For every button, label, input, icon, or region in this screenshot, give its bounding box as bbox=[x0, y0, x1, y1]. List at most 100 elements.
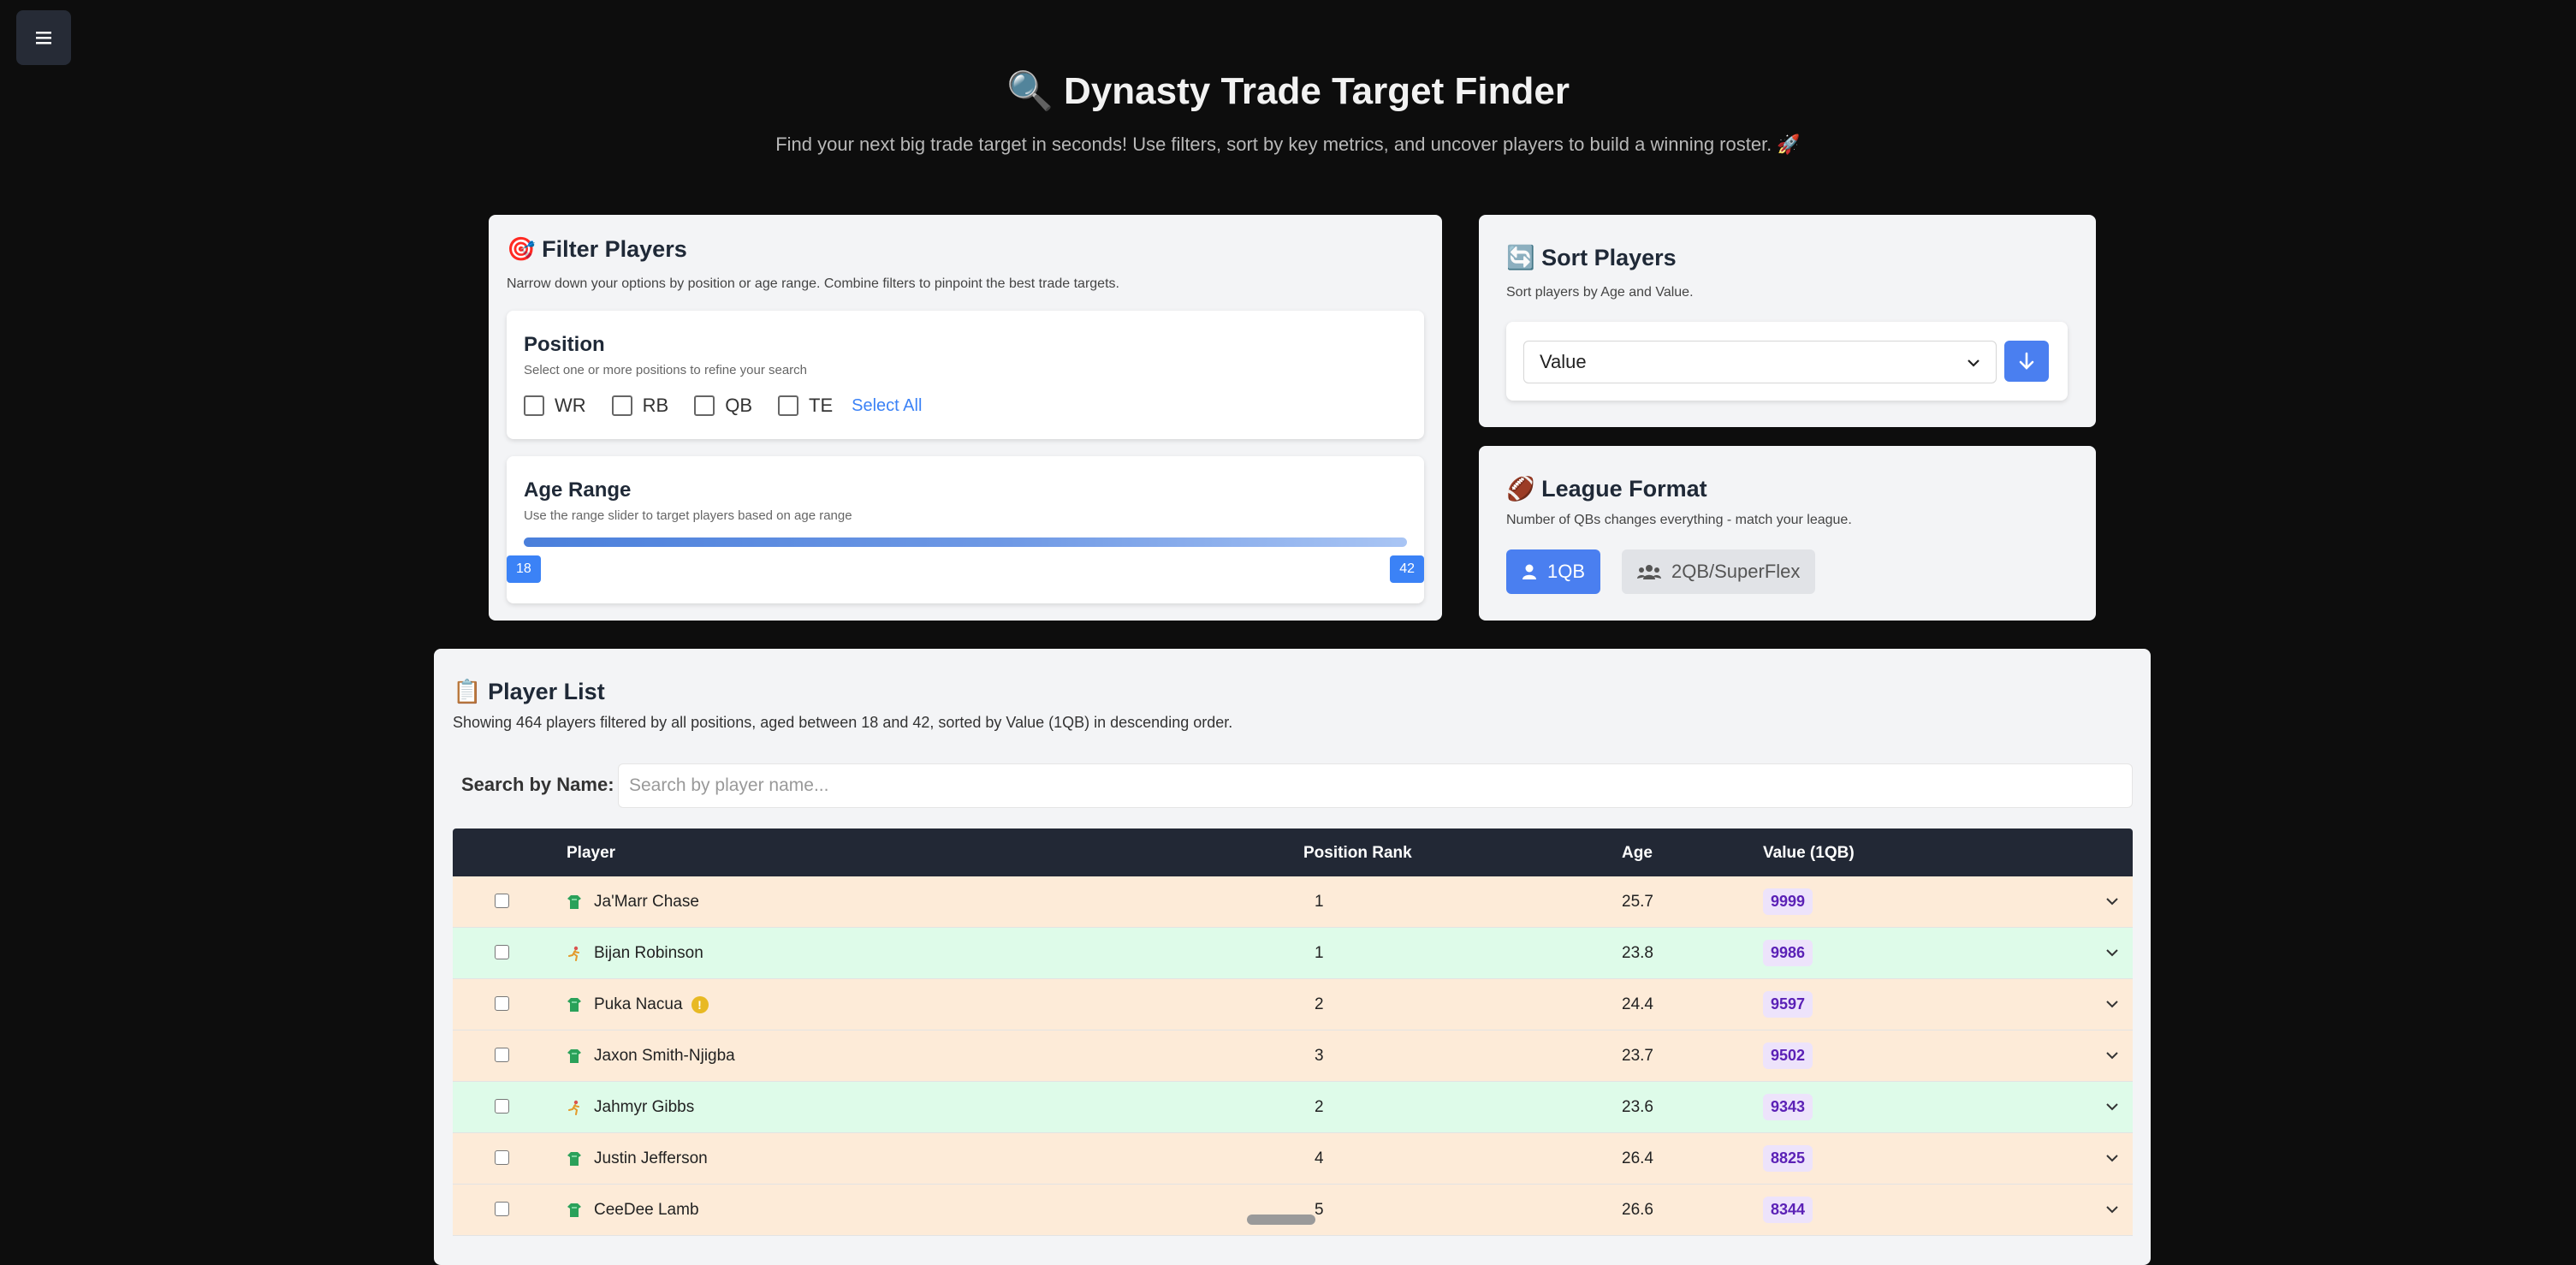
sort-panel-description: Sort players by Age and Value. bbox=[1506, 285, 1694, 300]
sort-panel: 🔄 Sort Players Sort players by Age and V… bbox=[1479, 215, 2096, 427]
col-age[interactable]: Age bbox=[1622, 844, 1653, 863]
page-title: 🔍 Dynasty Trade Target Finder bbox=[1006, 70, 1570, 112]
value-badge: 9597 bbox=[1763, 991, 1813, 1018]
col-player[interactable]: Player bbox=[567, 844, 615, 863]
table-row[interactable]: Justin Jefferson 4 26.4 8825 bbox=[453, 1133, 2133, 1185]
row-checkbox[interactable] bbox=[495, 1202, 509, 1216]
position-options: WR RB QB TE Select All bbox=[524, 395, 922, 417]
value-badge: 9999 bbox=[1763, 888, 1813, 915]
position-rank: 2 bbox=[1315, 995, 1324, 1013]
age-range-title: Age Range bbox=[524, 478, 632, 502]
position-rank: 3 bbox=[1315, 1047, 1324, 1065]
search-label: Search by Name: bbox=[461, 774, 614, 795]
col-value[interactable]: Value (1QB) bbox=[1763, 844, 1855, 863]
runner-icon bbox=[567, 946, 582, 961]
table-row[interactable]: Ja'Marr Chase 1 25.7 9999 bbox=[453, 876, 2133, 928]
player-age: 23.8 bbox=[1622, 944, 1653, 962]
player-name: Ja'Marr Chase bbox=[594, 893, 699, 911]
value-badge: 8825 bbox=[1763, 1145, 1813, 1172]
checkbox-rb[interactable] bbox=[611, 395, 632, 416]
player-name: Jahmyr Gibbs bbox=[594, 1098, 695, 1116]
table-body: Ja'Marr Chase 1 25.7 9999 Bijan Robinson 1 23.… bbox=[453, 876, 2133, 1236]
age-min-handle[interactable]: 18 bbox=[507, 555, 541, 583]
row-checkbox[interactable] bbox=[495, 996, 509, 1011]
checkbox-rb-label: RB bbox=[642, 395, 669, 416]
row-checkbox[interactable] bbox=[495, 1048, 509, 1062]
table-row[interactable]: Puka Nacua! 2 24.4 9597 bbox=[453, 979, 2133, 1030]
sort-panel-title: 🔄 Sort Players bbox=[1506, 245, 1677, 270]
league-format-description: Number of QBs changes everything - match… bbox=[1506, 513, 1852, 527]
player-name: Justin Jefferson bbox=[594, 1149, 708, 1167]
table-header: Player Position Rank Age Value (1QB) bbox=[453, 828, 2133, 876]
hamburger-icon bbox=[36, 32, 51, 45]
jersey-icon bbox=[567, 1151, 582, 1167]
position-description: Select one or more positions to refine y… bbox=[524, 363, 808, 377]
arrow-down-icon bbox=[2019, 352, 2034, 370]
player-name: Jaxon Smith-Njigba bbox=[594, 1047, 735, 1065]
chevron-down-icon[interactable] bbox=[2104, 893, 2121, 910]
user-icon bbox=[1522, 564, 1536, 579]
table-row[interactable]: Jaxon Smith-Njigba 3 23.7 9502 bbox=[453, 1030, 2133, 1082]
league-format-panel: 🏈 League Format Number of QBs changes ev… bbox=[1479, 446, 2096, 621]
row-checkbox[interactable] bbox=[495, 894, 509, 908]
chevron-down-icon[interactable] bbox=[2104, 1098, 2121, 1115]
value-badge: 9343 bbox=[1763, 1094, 1813, 1120]
filter-panel-title: 🎯 Filter Players bbox=[507, 236, 687, 262]
format-superflex-label: 2QB/SuperFlex bbox=[1671, 561, 1801, 582]
player-name: Bijan Robinson bbox=[594, 944, 703, 962]
value-badge: 9502 bbox=[1763, 1042, 1813, 1069]
row-checkbox[interactable] bbox=[495, 1099, 509, 1114]
player-name: Puka Nacua! bbox=[594, 995, 709, 1014]
player-table: Player Position Rank Age Value (1QB) Ja'… bbox=[453, 828, 2133, 1236]
position-title: Position bbox=[524, 333, 605, 356]
position-rank: 1 bbox=[1315, 893, 1324, 911]
checkbox-qb[interactable] bbox=[694, 395, 715, 416]
player-list-title: 📋 Player List bbox=[453, 679, 605, 704]
scrollbar-thumb[interactable] bbox=[1247, 1215, 1315, 1225]
chevron-down-icon[interactable] bbox=[2104, 1047, 2121, 1064]
sort-select-value: Value bbox=[1540, 351, 1587, 372]
table-row[interactable]: CeeDee Lamb 5 26.6 8344 bbox=[453, 1185, 2133, 1236]
age-max-handle[interactable]: 42 bbox=[1390, 555, 1424, 583]
col-position-rank[interactable]: Position Rank bbox=[1303, 844, 1412, 863]
format-superflex-button[interactable]: 2QB/SuperFlex bbox=[1622, 549, 1816, 594]
league-format-title: 🏈 League Format bbox=[1506, 476, 1707, 502]
player-age: 26.4 bbox=[1622, 1149, 1653, 1167]
sort-direction-button[interactable] bbox=[2004, 341, 2049, 382]
player-list-summary: Showing 464 players filtered by all posi… bbox=[453, 714, 1233, 731]
checkbox-wr[interactable] bbox=[524, 395, 544, 416]
search-input[interactable]: Search by player name... bbox=[618, 763, 2133, 808]
table-row[interactable]: Jahmyr Gibbs 2 23.6 9343 bbox=[453, 1082, 2133, 1133]
chevron-down-icon[interactable] bbox=[2104, 1201, 2121, 1218]
checkbox-te-label: TE bbox=[809, 395, 834, 416]
position-rank: 1 bbox=[1315, 944, 1324, 962]
row-checkbox[interactable] bbox=[495, 945, 509, 959]
position-card: Position Select one or more positions to… bbox=[507, 311, 1424, 439]
sort-select[interactable]: Value bbox=[1523, 341, 1997, 383]
jersey-icon bbox=[567, 1048, 582, 1064]
player-age: 23.7 bbox=[1622, 1047, 1653, 1065]
age-range-slider[interactable] bbox=[524, 537, 1407, 547]
player-age: 25.7 bbox=[1622, 893, 1653, 911]
table-row[interactable]: Bijan Robinson 1 23.8 9986 bbox=[453, 928, 2133, 979]
age-range-description: Use the range slider to target players b… bbox=[524, 508, 852, 523]
jersey-icon bbox=[567, 894, 582, 910]
menu-button[interactable] bbox=[16, 10, 71, 65]
player-age: 24.4 bbox=[1622, 995, 1653, 1013]
filter-panel: 🎯 Filter Players Narrow down your option… bbox=[489, 215, 1442, 621]
users-icon bbox=[1637, 565, 1661, 579]
player-age: 23.6 bbox=[1622, 1098, 1653, 1116]
jersey-icon bbox=[567, 1203, 582, 1218]
select-all-link[interactable]: Select All bbox=[852, 396, 922, 416]
checkbox-qb-label: QB bbox=[725, 395, 753, 416]
filter-panel-description: Narrow down your options by position or … bbox=[507, 276, 1119, 291]
page-subtitle: Find your next big trade target in secon… bbox=[775, 134, 1801, 155]
row-checkbox[interactable] bbox=[495, 1150, 509, 1165]
checkbox-te[interactable] bbox=[778, 395, 799, 416]
chevron-down-icon[interactable] bbox=[2104, 944, 2121, 961]
chevron-down-icon[interactable] bbox=[2104, 995, 2121, 1013]
warning-icon[interactable]: ! bbox=[691, 995, 709, 1013]
position-rank: 2 bbox=[1315, 1098, 1324, 1116]
format-1qb-button[interactable]: 1QB bbox=[1506, 549, 1601, 594]
chevron-down-icon[interactable] bbox=[2104, 1149, 2121, 1167]
